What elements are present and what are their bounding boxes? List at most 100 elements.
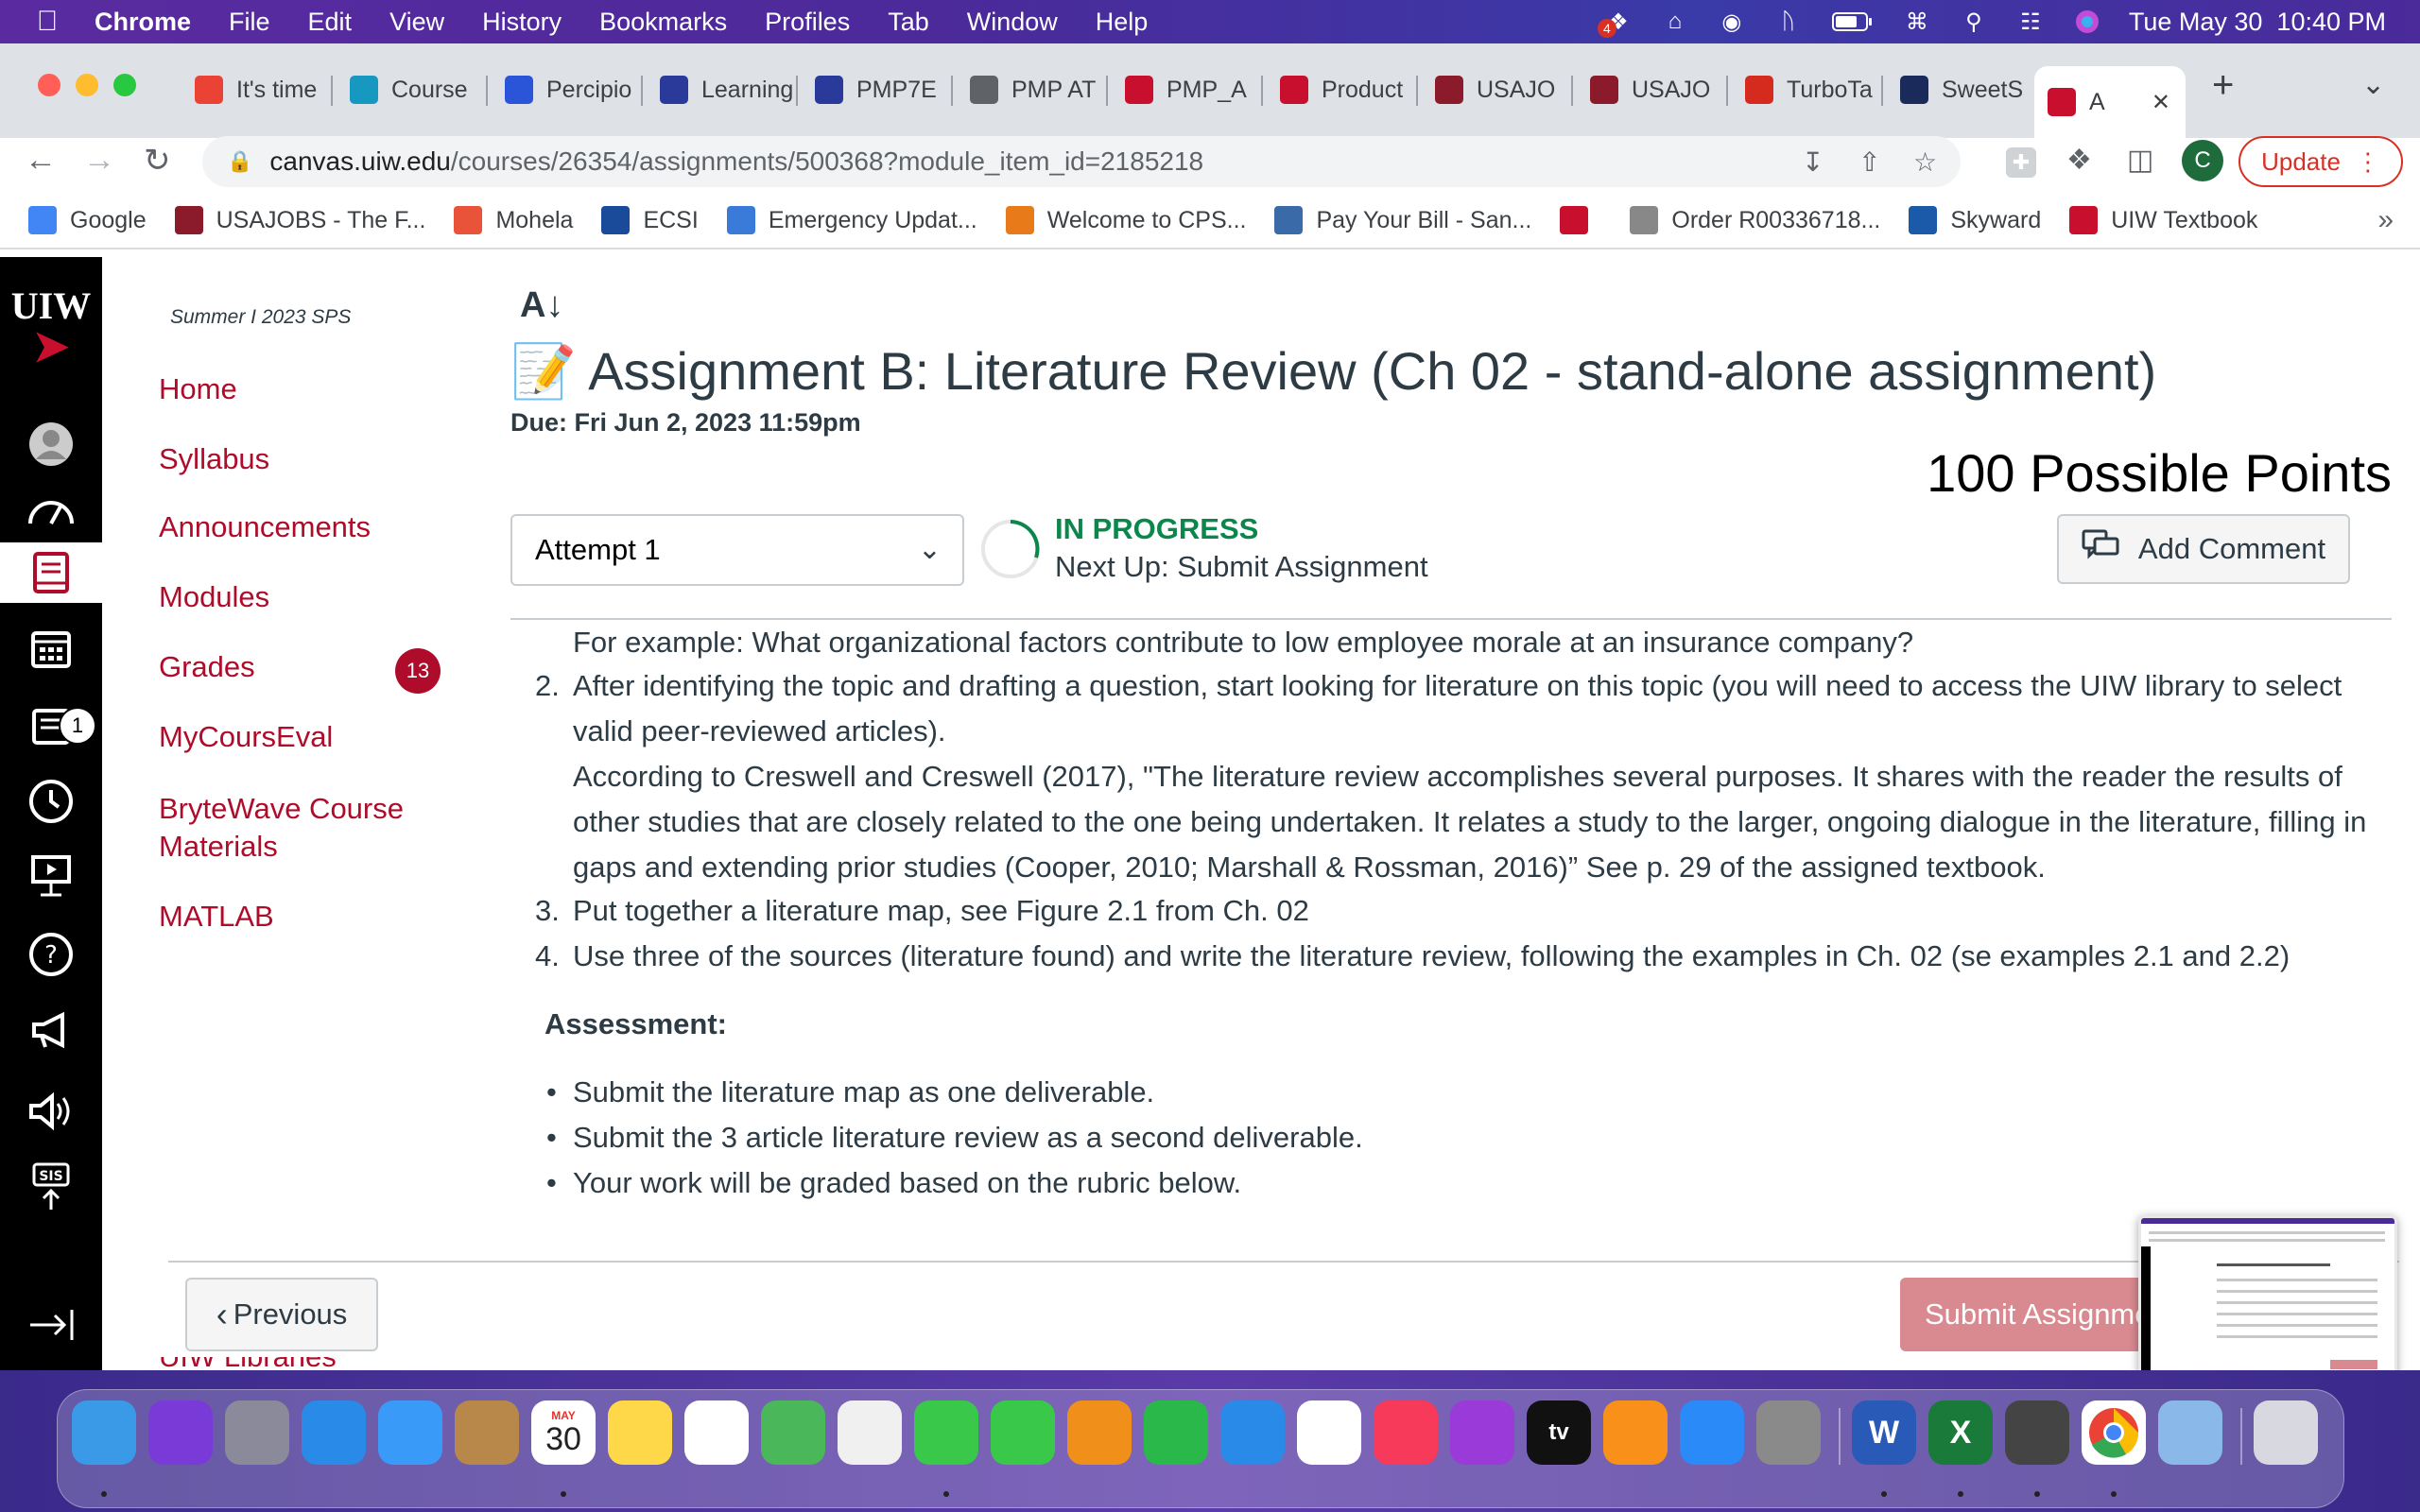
window-close-button[interactable]: [38, 74, 60, 96]
update-button[interactable]: Update ⋮: [2238, 136, 2403, 187]
contacts-icon[interactable]: [455, 1400, 519, 1465]
bookmark-item[interactable]: ECSI: [601, 206, 699, 234]
bluetooth-icon[interactable]: ᚢ: [1773, 9, 1804, 34]
screenshot-thumbnail[interactable]: [2138, 1215, 2397, 1382]
reminders-icon[interactable]: [684, 1400, 749, 1465]
maps-icon[interactable]: [761, 1400, 825, 1465]
sis-upload-icon[interactable]: SIS: [21, 1159, 81, 1215]
bookmark-item[interactable]: Pay Your Bill - San...: [1274, 206, 1531, 234]
course-nav-mycourseval[interactable]: MyCoursEval: [159, 720, 333, 754]
appstore-icon[interactable]: [1680, 1400, 1744, 1465]
course-nav-grades[interactable]: Grades: [159, 650, 255, 684]
course-nav-home[interactable]: Home: [159, 372, 237, 406]
add-comment-button[interactable]: Add Comment: [2057, 514, 2350, 584]
reload-icon[interactable]: ↻: [144, 142, 171, 180]
dropbox-icon[interactable]: ❖ 4: [1597, 9, 1634, 38]
side-panel-icon[interactable]: ◫: [2127, 144, 2153, 177]
new-tab-button[interactable]: +: [2212, 64, 2234, 107]
browser-tab[interactable]: USAJO: [1422, 55, 1573, 125]
kebab-menu-icon[interactable]: ⋮: [2356, 147, 2380, 177]
music-icon[interactable]: [1374, 1400, 1438, 1465]
install-app-icon[interactable]: ↧: [1802, 146, 1824, 178]
photos-icon[interactable]: [838, 1400, 902, 1465]
bookmark-item[interactable]: [1560, 206, 1601, 234]
safari-icon[interactable]: [302, 1400, 366, 1465]
address-bar[interactable]: 🔒 canvas.uiw.edu/courses/26354/assignmen…: [202, 136, 1961, 187]
facetime-icon[interactable]: [991, 1400, 1055, 1465]
close-tab-icon[interactable]: ✕: [2152, 89, 2170, 116]
apple-icon[interactable]: : [19, 6, 76, 38]
mail-icon[interactable]: [378, 1400, 442, 1465]
menu-file[interactable]: File: [210, 8, 289, 37]
notes-icon[interactable]: [608, 1400, 672, 1465]
tv-icon[interactable]: tv: [1527, 1400, 1591, 1465]
bookmark-item[interactable]: Welcome to CPS...: [1005, 206, 1246, 234]
megaphone-icon[interactable]: [21, 1002, 81, 1058]
bookmark-item[interactable]: Emergency Updat...: [726, 206, 977, 234]
share-icon[interactable]: ⇧: [1858, 146, 1880, 178]
menu-window[interactable]: Window: [948, 8, 1077, 37]
browser-tab[interactable]: TurboTa: [1732, 55, 1883, 125]
window-zoom-button[interactable]: [113, 74, 136, 96]
hotspot-icon[interactable]: ⌂: [1660, 9, 1690, 34]
browser-tab[interactable]: USAJO: [1577, 55, 1728, 125]
previous-button[interactable]: ‹ Previous: [185, 1278, 378, 1351]
browser-tab[interactable]: PMP7E: [802, 55, 953, 125]
browser-tab[interactable]: Course: [337, 55, 488, 125]
collapse-nav-arrow-icon[interactable]: [21, 1297, 81, 1353]
battery-icon[interactable]: [1830, 9, 1876, 34]
dashboard-gauge-icon[interactable]: [21, 480, 81, 537]
account-avatar-icon[interactable]: [21, 416, 81, 472]
numbers-icon[interactable]: [1144, 1400, 1208, 1465]
user-circle-icon[interactable]: ◉: [1717, 9, 1747, 35]
forward-arrow-icon[interactable]: →: [83, 142, 115, 179]
browser-tab[interactable]: Learning: [647, 55, 798, 125]
course-nav-modules[interactable]: Modules: [159, 580, 269, 614]
calendar-icon[interactable]: MAY 30: [531, 1400, 596, 1465]
wifi-icon[interactable]: ⌘: [1902, 9, 1932, 35]
extension-puzzle-grey-icon[interactable]: ✚: [2006, 147, 2036, 178]
more-bookmarks-button[interactable]: »: [2377, 204, 2394, 236]
control-center-icon[interactable]: ☷: [2015, 9, 2046, 35]
keynote-icon[interactable]: [1220, 1400, 1285, 1465]
system-settings-icon[interactable]: [1756, 1400, 1821, 1465]
preview-icon[interactable]: [2158, 1400, 2222, 1465]
trash-icon[interactable]: [2254, 1400, 2318, 1465]
browser-tab[interactable]: PMP AT: [957, 55, 1108, 125]
news-icon[interactable]: [1297, 1400, 1361, 1465]
bookmark-item[interactable]: Mohela: [454, 206, 573, 234]
profile-avatar[interactable]: C: [2182, 140, 2223, 181]
menu-help[interactable]: Help: [1077, 8, 1167, 37]
history-clock-icon[interactable]: [21, 773, 81, 830]
course-nav-syllabus[interactable]: Syllabus: [159, 442, 269, 476]
course-nav-announcements[interactable]: Announcements: [159, 510, 371, 544]
menu-profiles[interactable]: Profiles: [746, 8, 869, 37]
excel-icon[interactable]: X: [1928, 1400, 1993, 1465]
spotlight-search-icon[interactable]: ⚲: [1959, 9, 1989, 35]
menu-history[interactable]: History: [463, 8, 580, 37]
text-size-accessibility-icon[interactable]: A↓: [520, 285, 563, 326]
bookmark-item[interactable]: Google: [28, 206, 147, 234]
lock-icon[interactable]: 🔒: [227, 149, 252, 174]
bookmark-item[interactable]: Order R00336718...: [1630, 206, 1880, 234]
siri-icon[interactable]: [2072, 9, 2102, 34]
finder-icon[interactable]: [72, 1400, 136, 1465]
tab-search-chevron-icon[interactable]: ⌄: [2361, 68, 2385, 101]
browser-tab[interactable]: It's time: [182, 55, 333, 125]
window-minimize-button[interactable]: [76, 74, 98, 96]
bookmark-item[interactable]: Skyward: [1909, 206, 2041, 234]
word-icon[interactable]: W: [1852, 1400, 1916, 1465]
bookmark-item[interactable]: USAJOBS - The F...: [174, 206, 425, 234]
extensions-puzzle-icon[interactable]: ❖: [2066, 144, 2092, 177]
browser-tab[interactable]: Product: [1267, 55, 1418, 125]
browser-tab[interactable]: Percipio: [492, 55, 643, 125]
attempt-select[interactable]: Attempt 1 ⌄: [510, 514, 964, 586]
browser-tab[interactable]: A ✕: [2034, 66, 2186, 138]
help-question-icon[interactable]: ?: [21, 926, 81, 983]
chrome-icon[interactable]: [2082, 1400, 2146, 1465]
alfred-icon[interactable]: [2005, 1400, 2069, 1465]
menu-tab[interactable]: Tab: [869, 8, 948, 37]
courses-book-icon[interactable]: [21, 544, 81, 601]
siri-icon[interactable]: [148, 1400, 213, 1465]
course-nav-matlab[interactable]: MATLAB: [159, 900, 274, 934]
